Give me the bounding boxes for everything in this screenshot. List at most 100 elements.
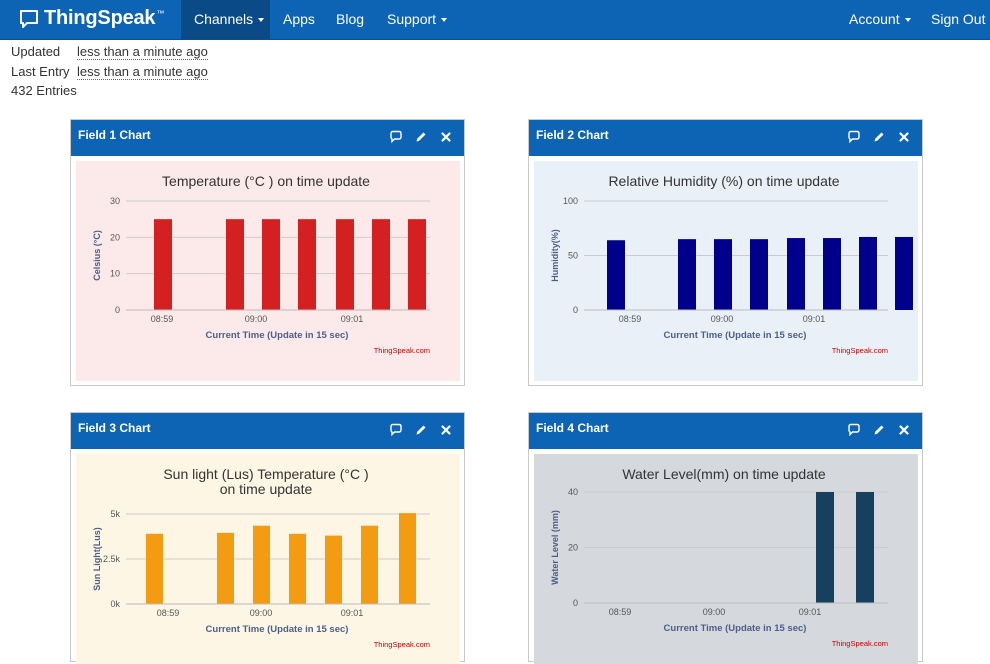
- chart-bar[interactable]: [146, 533, 163, 604]
- chart-bar[interactable]: [816, 492, 834, 603]
- nav-channels-menu[interactable]: Channels: [181, 0, 270, 39]
- chart-bar[interactable]: [399, 513, 416, 604]
- pencil-icon[interactable]: [872, 130, 886, 144]
- comment-icon[interactable]: [389, 423, 403, 437]
- caret-down-icon: [441, 18, 448, 23]
- y-tick-label: 100: [563, 196, 578, 206]
- panel-title: Field 4 Chart: [536, 421, 609, 435]
- chart-bar[interactable]: [361, 525, 378, 604]
- bar-chart: Water Level(mm) on time update 0 20 40 08:59…: [550, 466, 888, 648]
- panel-title: Field 2 Chart: [536, 128, 609, 142]
- bar-chart: Sun light (Lus) Temperature (°C )on time…: [92, 466, 430, 649]
- brand-name: ThingSpeak: [44, 7, 156, 29]
- thingspeak-credit-link[interactable]: ThingSpeak.com: [374, 640, 430, 649]
- y-tick-label: 0k: [110, 599, 120, 609]
- chart-area: Temperature (°C ) on time update 0 10 20 30 0…: [76, 161, 460, 381]
- x-axis-label: Current Time (Update in 15 sec): [206, 330, 349, 341]
- thingspeak-credit-link[interactable]: ThingSpeak.com: [832, 346, 888, 355]
- chart-area: Water Level(mm) on time update 0 20 40 08:59…: [534, 454, 918, 664]
- chart-bar[interactable]: [253, 525, 270, 604]
- y-axis-label: Sun Light(Lus): [92, 527, 102, 590]
- chart-bar[interactable]: [226, 219, 244, 310]
- x-tick-label: 09:00: [711, 314, 734, 324]
- chart-bar[interactable]: [895, 236, 913, 310]
- y-axis-label: Humidity(%): [550, 229, 560, 282]
- field-3-chart-panel: Field 3 Chart Sun light (Lus) Temperature…: [70, 412, 465, 664]
- chart-bar[interactable]: [262, 219, 280, 310]
- y-axis-label: Celsius (°C): [92, 230, 102, 281]
- chart-bar[interactable]: [750, 239, 768, 310]
- y-tick-label: 0: [573, 305, 578, 315]
- nav-sign-out-link[interactable]: Sign Out: [931, 0, 985, 39]
- nav-support-label: Support: [387, 11, 437, 27]
- last-entry-row: Last Entry less than a minute ago: [11, 64, 208, 80]
- chart-bar[interactable]: [154, 219, 172, 310]
- x-tick-label: 09:01: [341, 608, 364, 618]
- chart-bar[interactable]: [678, 239, 696, 310]
- chart-bar[interactable]: [408, 219, 426, 310]
- close-icon[interactable]: [897, 130, 911, 144]
- chat-bubble-logo-icon: [20, 9, 38, 28]
- chart-bar[interactable]: [607, 240, 625, 310]
- chart-bar[interactable]: [298, 219, 316, 310]
- comment-icon[interactable]: [389, 130, 403, 144]
- caret-down-icon: [904, 18, 911, 23]
- chart-bar[interactable]: [714, 239, 732, 310]
- chart-bar[interactable]: [336, 219, 354, 310]
- x-tick-label: 09:01: [341, 314, 364, 324]
- y-tick-label: 30: [110, 196, 120, 206]
- pencil-icon[interactable]: [414, 423, 428, 437]
- y-tick-label: 0: [573, 598, 578, 608]
- chart-bar[interactable]: [787, 238, 805, 310]
- pencil-icon[interactable]: [414, 130, 428, 144]
- chart-bar[interactable]: [217, 532, 234, 604]
- thingspeak-credit-link[interactable]: ThingSpeak.com: [374, 346, 430, 355]
- chart-bar[interactable]: [823, 238, 841, 310]
- x-tick-label: 09:00: [245, 314, 268, 324]
- field-1-chart-panel: Field 1 Chart Temperature (°C ) on time u…: [70, 119, 465, 386]
- chart-area: Sun light (Lus) Temperature (°C ) on time…: [76, 454, 460, 664]
- last-entry-value: less than a minute ago: [77, 64, 208, 80]
- bar-chart: Temperature (°C ) on time update 0 10 20 30 0…: [92, 173, 430, 355]
- y-tick-label: 0: [115, 305, 120, 315]
- panel-title: Field 1 Chart: [78, 128, 151, 142]
- nav-account-menu[interactable]: Account: [849, 0, 911, 39]
- close-icon[interactable]: [439, 130, 453, 144]
- y-tick-label: 10: [110, 269, 120, 279]
- x-tick-label: 08:59: [157, 608, 180, 618]
- chart-bar[interactable]: [859, 236, 877, 310]
- y-tick-label: 20: [110, 232, 120, 242]
- trademark-symbol: ™: [156, 9, 165, 18]
- chart-bar[interactable]: [325, 535, 342, 604]
- bar-chart: Relative Humidity (%) on time update 0 50 1…: [550, 173, 913, 355]
- x-axis-label: Current Time (Update in 15 sec): [664, 330, 807, 341]
- nav-apps-link[interactable]: Apps: [283, 0, 315, 39]
- close-icon[interactable]: [439, 423, 453, 437]
- x-axis-label: Current Time (Update in 15 sec): [664, 623, 807, 634]
- chart-title: Sun light (Lus) Temperature (°C ): [163, 466, 368, 482]
- field-4-chart-panel: Field 4 Chart Water Level(mm) on time upd…: [528, 412, 923, 664]
- thingspeak-credit-link[interactable]: ThingSpeak.com: [832, 639, 888, 648]
- nav-support-menu[interactable]: Support: [387, 0, 448, 39]
- nav-apps-label: Apps: [283, 11, 315, 27]
- chart-bar[interactable]: [856, 492, 874, 603]
- nav-blog-link[interactable]: Blog: [336, 0, 364, 39]
- pencil-icon[interactable]: [872, 423, 886, 437]
- chart-title: Relative Humidity (%) on time update: [608, 173, 839, 189]
- comment-icon[interactable]: [847, 130, 861, 144]
- nav-channels-label: Channels: [194, 11, 254, 27]
- x-tick-label: 09:01: [803, 314, 826, 324]
- x-tick-label: 09:00: [703, 607, 726, 617]
- x-tick-label: 08:59: [619, 314, 642, 324]
- comment-icon[interactable]: [847, 423, 861, 437]
- y-tick-label: 5k: [110, 509, 120, 519]
- thingspeak-logo[interactable]: ThingSpeak ™: [18, 7, 164, 30]
- chart-bar[interactable]: [372, 219, 390, 310]
- x-tick-label: 08:59: [609, 607, 632, 617]
- close-icon[interactable]: [897, 423, 911, 437]
- x-tick-label: 09:00: [250, 608, 273, 618]
- top-navbar: ThingSpeak ™ Channels Apps Blog Support A…: [0, 0, 990, 40]
- chart-bar[interactable]: [289, 533, 306, 604]
- updated-label: Updated: [11, 44, 61, 59]
- caret-down-icon: [258, 18, 265, 23]
